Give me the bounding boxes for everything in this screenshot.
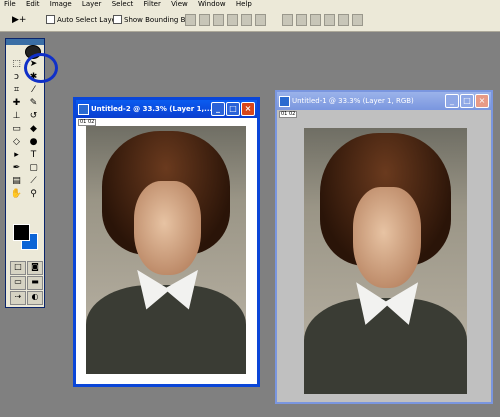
distribute-hcenter-icon[interactable]: [338, 14, 349, 26]
pen-tool-icon[interactable]: ✒: [8, 162, 25, 175]
align-right-icon[interactable]: [255, 14, 266, 26]
healing-brush-tool-icon[interactable]: ✚: [8, 97, 25, 110]
paint-bucket-tool-icon[interactable]: ◆: [25, 123, 42, 136]
screen-mode-standard-icon[interactable]: ▭: [10, 276, 26, 290]
imageready-icon[interactable]: ◐: [27, 291, 43, 305]
menu-layer[interactable]: Layer: [82, 0, 102, 8]
move-tool-highlight-circle: [24, 53, 58, 83]
checkbox-box[interactable]: [46, 15, 55, 24]
options-bar: ▶+ Auto Select Layer Show Bounding Box: [0, 9, 500, 32]
type-tool-icon[interactable]: T: [25, 149, 42, 162]
window-title: Untitled-2 @ 33.3% (Layer 1,...: [91, 105, 211, 113]
slice-tool-icon[interactable]: ⁄: [25, 84, 42, 97]
ruler-origin: 01 02: [279, 111, 298, 118]
toolbox-titlebar[interactable]: [6, 39, 44, 45]
align-top-icon[interactable]: [185, 14, 196, 26]
history-brush-tool-icon[interactable]: ↺: [25, 110, 42, 123]
foreground-color-swatch[interactable]: [13, 224, 30, 241]
screen-mode-full-icon[interactable]: ▬: [27, 276, 43, 290]
menu-select[interactable]: Select: [112, 0, 134, 8]
zoom-tool-icon[interactable]: ⚲: [25, 188, 42, 201]
portrait-photo[interactable]: [86, 126, 246, 374]
menu-file[interactable]: File: [4, 0, 16, 8]
window-title: Untitled-1 @ 33.3% (Layer 1, RGB): [292, 97, 414, 105]
menu-edit[interactable]: Edit: [26, 0, 40, 8]
maximize-button[interactable]: □: [460, 94, 474, 108]
ruler-origin: 01 02: [78, 119, 97, 126]
show-bounding-box-label: Show Bounding Box: [124, 15, 194, 24]
menu-view[interactable]: View: [171, 0, 188, 8]
minimize-button[interactable]: _: [445, 94, 459, 108]
crop-tool-icon[interactable]: ⌗: [8, 84, 25, 97]
path-selection-tool-icon[interactable]: ▸: [8, 149, 25, 162]
notes-tool-icon[interactable]: ▤: [8, 175, 25, 188]
canvas-area[interactable]: 01 02: [277, 110, 491, 402]
quick-mask-icon[interactable]: ◙: [27, 261, 43, 275]
eraser-tool-icon[interactable]: ▭: [8, 123, 25, 136]
menu-bar: File Edit Image Layer Select Filter View…: [0, 0, 500, 9]
sweater: [304, 298, 467, 394]
jump-to-imageready-icon[interactable]: ⇢: [10, 291, 26, 305]
minimize-button[interactable]: _: [211, 102, 225, 116]
menu-filter[interactable]: Filter: [144, 0, 161, 8]
clone-stamp-tool-icon[interactable]: ⊥: [8, 110, 25, 123]
photoshop-doc-icon: [279, 95, 290, 107]
blur-tool-icon[interactable]: ◇: [8, 136, 25, 149]
face: [134, 180, 202, 275]
move-tool-preset-icon[interactable]: ▶+: [12, 13, 38, 27]
distribute-left-icon[interactable]: [324, 14, 335, 26]
dodge-tool-icon[interactable]: ●: [25, 136, 42, 149]
window-controls: _ □ ×: [211, 102, 255, 116]
show-bounding-box-checkbox[interactable]: Show Bounding Box: [113, 15, 194, 24]
brush-tool-icon[interactable]: ✎: [25, 97, 42, 110]
document-window-untitled-2[interactable]: Untitled-2 @ 33.3% (Layer 1,... _ □ × 01…: [73, 97, 260, 387]
align-left-icon[interactable]: [227, 14, 238, 26]
checkbox-box[interactable]: [113, 15, 122, 24]
hand-tool-icon[interactable]: ✋: [8, 188, 25, 201]
distribute-buttons: [282, 14, 363, 26]
marquee-tool-icon[interactable]: ⬚: [8, 58, 25, 71]
canvas-area[interactable]: 01 02: [76, 118, 257, 384]
distribute-vcenter-icon[interactable]: [296, 14, 307, 26]
auto-select-layer-label: Auto Select Layer: [57, 15, 119, 24]
document-window-untitled-1[interactable]: Untitled-1 @ 33.3% (Layer 1, RGB) _ □ × …: [275, 90, 493, 404]
auto-select-layer-checkbox[interactable]: Auto Select Layer: [46, 15, 119, 24]
distribute-right-icon[interactable]: [352, 14, 363, 26]
mode-buttons: □ ◙ ▭ ▬ ⇢ ◐: [10, 261, 43, 305]
menu-help[interactable]: Help: [236, 0, 252, 8]
align-vcenter-icon[interactable]: [199, 14, 210, 26]
lasso-tool-icon[interactable]: ↄ: [8, 71, 25, 84]
sweater: [86, 284, 246, 374]
shape-tool-icon[interactable]: ▢: [25, 162, 42, 175]
portrait-photo[interactable]: [304, 128, 467, 394]
face: [352, 186, 422, 288]
standard-mode-icon[interactable]: □: [10, 261, 26, 275]
window-titlebar[interactable]: Untitled-2 @ 33.3% (Layer 1,... _ □ ×: [76, 100, 257, 118]
photoshop-doc-icon: [78, 103, 89, 115]
align-buttons: [185, 14, 266, 26]
menu-window[interactable]: Window: [198, 0, 226, 8]
close-button[interactable]: ×: [241, 102, 255, 116]
window-titlebar[interactable]: Untitled-1 @ 33.3% (Layer 1, RGB) _ □ ×: [277, 92, 491, 110]
align-hcenter-icon[interactable]: [241, 14, 252, 26]
menu-image[interactable]: Image: [50, 0, 72, 8]
distribute-bottom-icon[interactable]: [310, 14, 321, 26]
close-button[interactable]: ×: [475, 94, 489, 108]
distribute-top-icon[interactable]: [282, 14, 293, 26]
align-bottom-icon[interactable]: [213, 14, 224, 26]
maximize-button[interactable]: □: [226, 102, 240, 116]
window-controls: _ □ ×: [445, 94, 489, 108]
eyedropper-tool-icon[interactable]: ⟋: [25, 175, 42, 188]
